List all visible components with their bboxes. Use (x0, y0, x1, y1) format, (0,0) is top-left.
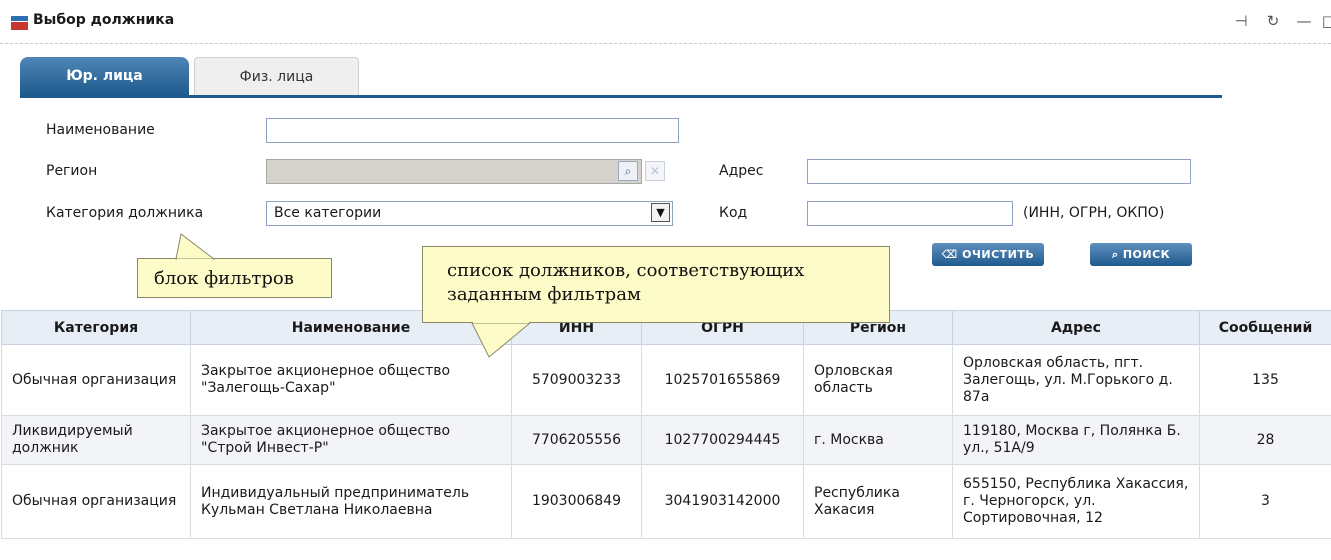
callout-pointers (175, 233, 532, 358)
